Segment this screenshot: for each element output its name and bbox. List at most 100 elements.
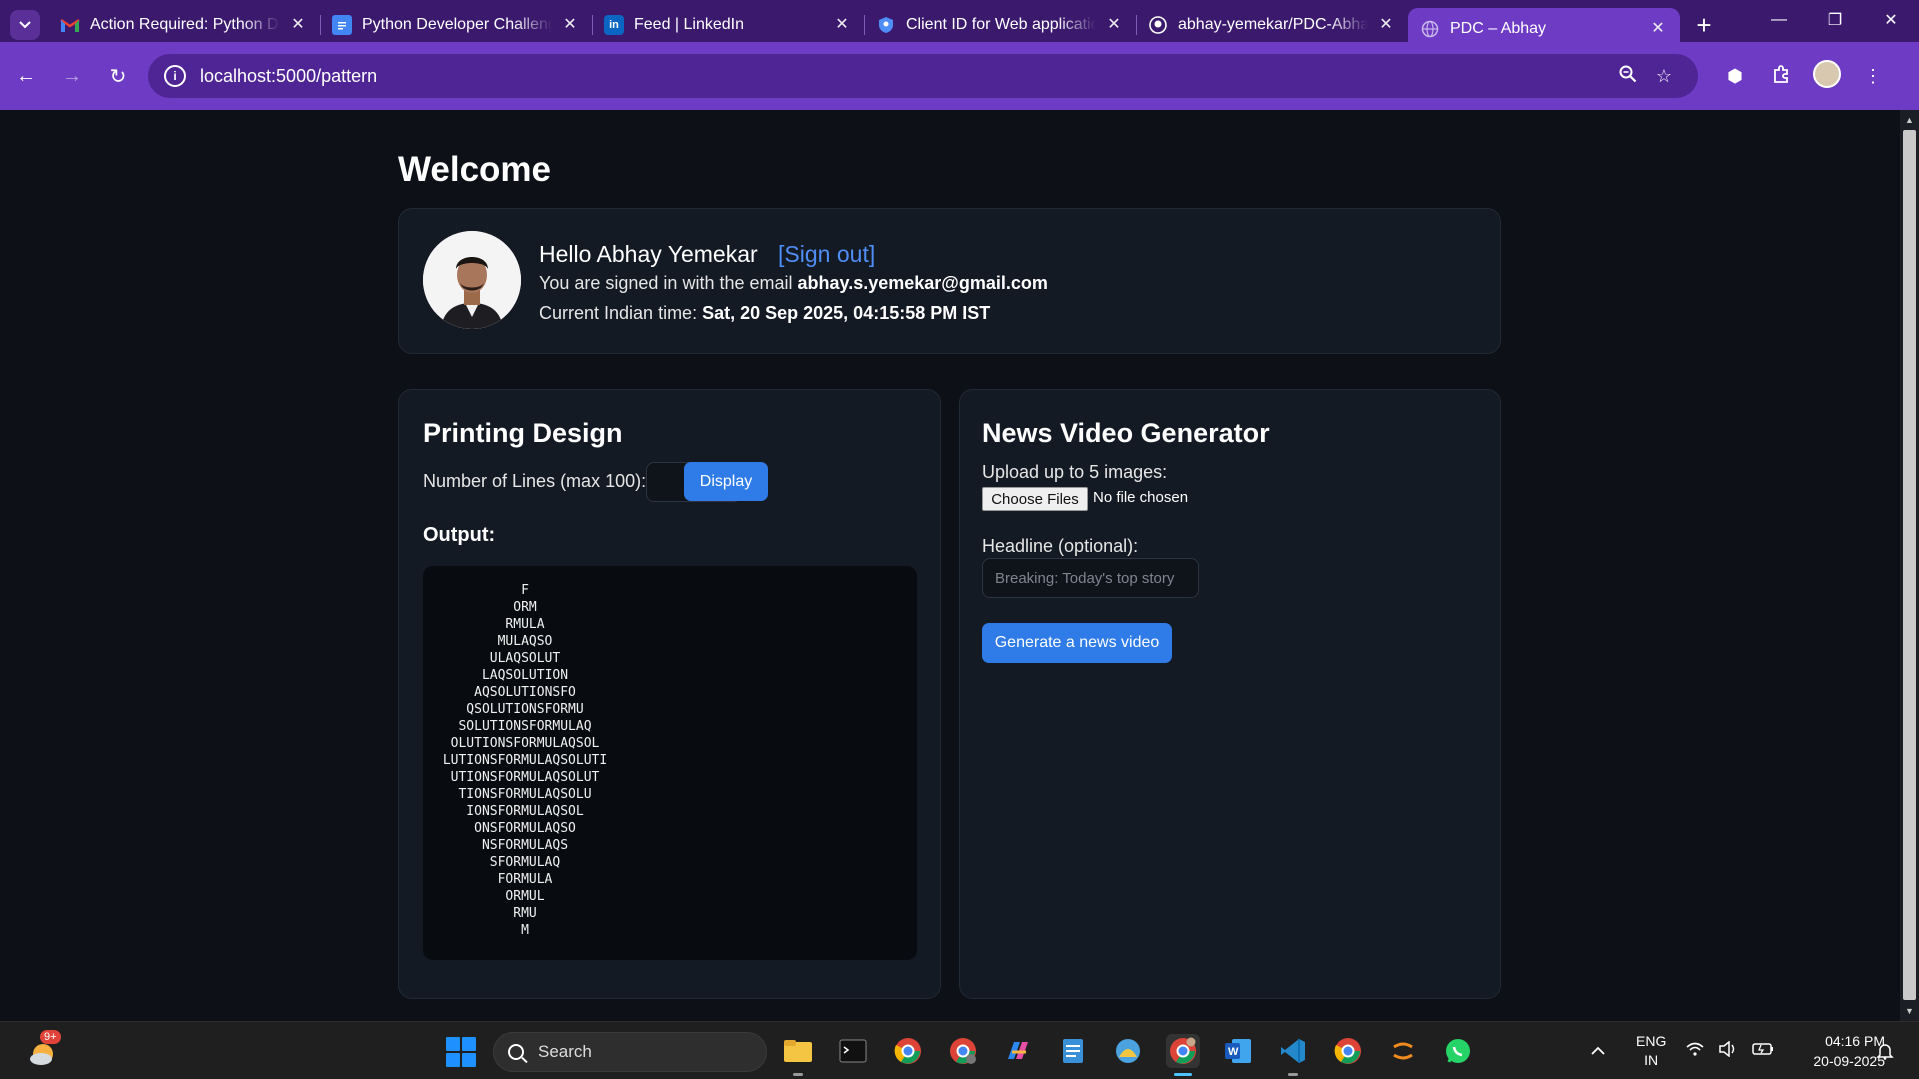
url-text[interactable]: localhost:5000/pattern	[200, 66, 1610, 87]
chevron-down-icon	[19, 21, 31, 29]
svg-text:W: W	[1228, 1046, 1239, 1058]
restore-icon[interactable]: ❐	[1807, 0, 1863, 40]
zoom-icon[interactable]	[1610, 65, 1646, 88]
output-box: F ORM RMULA MULAQSO ULAQSOLUT LAQSOLUTIO…	[423, 566, 917, 960]
user-card: Hello Abhay Yemekar [Sign out] You are s…	[398, 208, 1501, 354]
system-tray-icons[interactable]	[1686, 1022, 1774, 1079]
profile-avatar[interactable]	[1804, 59, 1850, 93]
output-line: ORMUL	[505, 889, 545, 904]
site-info-icon[interactable]: i	[164, 65, 186, 87]
notification-bell-icon[interactable]	[1876, 1022, 1894, 1079]
output-label: Output:	[423, 524, 496, 546]
close-icon[interactable]: ✕	[560, 15, 580, 35]
output-line: M	[521, 923, 529, 938]
output-line: MULAQSO	[497, 634, 553, 649]
output-line: OLUTIONSFORMULAQSOL	[450, 736, 600, 751]
choose-files-button[interactable]: Choose Files	[982, 487, 1088, 511]
page-scrollbar[interactable]: ▲ ▼	[1900, 110, 1919, 1021]
close-window-icon[interactable]: ✕	[1863, 0, 1919, 40]
sublime-icon[interactable]	[1386, 1034, 1420, 1068]
search-label: Search	[538, 1042, 592, 1061]
time-value: Sat, 20 Sep 2025, 04:15:58 PM IST	[702, 303, 991, 323]
minimize-icon[interactable]: —	[1751, 0, 1807, 40]
output-line: TIONSFORMULAQSOLU	[458, 787, 592, 802]
chrome-alt-icon[interactable]	[1331, 1034, 1365, 1068]
output-line: IONSFORMULAQSOL	[466, 804, 584, 819]
taskbar-clock[interactable]: 04:16 PM 20-09-2025	[1785, 1031, 1885, 1071]
sign-out-link[interactable]: [Sign out]	[778, 241, 875, 267]
tab-label: PDC – Abhay	[1450, 20, 1547, 37]
output-line: SOLUTIONSFORMULAQ	[458, 719, 592, 734]
tray-overflow-icon[interactable]	[1590, 1022, 1606, 1079]
vscode-icon[interactable]	[1276, 1034, 1310, 1076]
chrome-active-icon[interactable]	[1166, 1034, 1200, 1076]
extension-cube-icon[interactable]: ⬢	[1712, 66, 1758, 87]
output-line: F	[521, 583, 529, 598]
greeting-text: Hello Abhay Yemekar	[539, 241, 758, 267]
github-icon	[1148, 15, 1168, 35]
output-line: NSFORMULAQS	[481, 838, 569, 853]
bookmark-star-icon[interactable]: ☆	[1646, 66, 1682, 87]
terminal-icon[interactable]	[836, 1034, 870, 1068]
wifi-icon	[1686, 1042, 1704, 1061]
output-line: QSOLUTIONSFORMU	[466, 702, 584, 717]
file-explorer-icon[interactable]	[781, 1034, 815, 1076]
headline-label: Headline (optional):	[982, 536, 1139, 556]
close-icon[interactable]: ✕	[1376, 15, 1396, 35]
tab-label: Python Developer Challenge	[362, 16, 552, 33]
output-line: SFORMULAQ	[489, 855, 561, 870]
scroll-up-icon[interactable]: ▲	[1900, 112, 1919, 128]
new-tab-button[interactable]: +	[1688, 9, 1720, 41]
photos-icon[interactable]	[1111, 1034, 1145, 1068]
start-button[interactable]	[446, 1037, 476, 1067]
menu-kebab-icon[interactable]: ⋮	[1850, 66, 1896, 87]
lang-top: ENG	[1636, 1033, 1667, 1049]
tab-label: Feed | LinkedIn	[634, 16, 745, 33]
tab-search-button[interactable]	[10, 10, 40, 40]
output-line: LUTIONSFORMULAQSOLUTI	[442, 753, 608, 768]
upload-label: Upload up to 5 images:	[982, 462, 1168, 482]
clock-date: 20-09-2025	[1813, 1053, 1885, 1069]
headline-input[interactable]	[982, 558, 1199, 598]
output-line: ULAQSOLUT	[489, 651, 561, 666]
close-icon[interactable]: ✕	[1104, 15, 1124, 35]
news-video-card: News Video Generator Upload up to 5 imag…	[959, 389, 1501, 999]
email-value: abhay.s.yemekar@gmail.com	[797, 273, 1048, 293]
scrollbar-thumb[interactable]	[1903, 130, 1916, 1000]
globe-icon	[1420, 19, 1440, 39]
back-icon[interactable]: ←	[6, 56, 46, 96]
avatar	[423, 231, 521, 329]
lang-bottom: IN	[1644, 1052, 1659, 1068]
output-line: ONSFORMULAQSO	[474, 821, 576, 836]
close-icon[interactable]: ✕	[1648, 19, 1668, 39]
scroll-down-icon[interactable]: ▼	[1900, 1003, 1919, 1019]
word-icon[interactable]: W	[1221, 1034, 1255, 1068]
reload-icon[interactable]: ↻	[98, 56, 138, 96]
whatsapp-icon[interactable]	[1441, 1034, 1475, 1068]
address-bar[interactable]: i localhost:5000/pattern ☆	[148, 54, 1698, 98]
weather-icon[interactable]: 9+	[26, 1030, 61, 1068]
language-indicator[interactable]: ENG IN	[1636, 1032, 1666, 1070]
email-line: You are signed in with the email abhay.s…	[539, 273, 1048, 294]
output-line: AQSOLUTIONSFO	[474, 685, 576, 700]
gmail-icon	[60, 15, 80, 35]
lines-label: Number of Lines (max 100):	[423, 471, 647, 491]
close-icon[interactable]: ✕	[288, 15, 308, 35]
taskbar-search[interactable]: Search	[493, 1032, 767, 1072]
docs-icon	[332, 15, 352, 35]
forward-icon[interactable]: →	[52, 56, 92, 96]
chrome-icon[interactable]	[891, 1034, 925, 1068]
output-line: LAQSOLUTION	[481, 668, 569, 683]
time-prefix: Current Indian time:	[539, 303, 698, 323]
close-icon[interactable]: ✕	[832, 15, 852, 35]
display-button[interactable]: Display	[684, 462, 768, 501]
generate-video-button[interactable]: Generate a news video	[982, 623, 1172, 663]
weather-badge: 9+	[40, 1030, 61, 1044]
output-line: RMULA	[505, 617, 545, 632]
copilot-icon[interactable]	[1001, 1034, 1035, 1068]
chrome-profile-icon[interactable]	[946, 1034, 980, 1068]
notepad-icon[interactable]	[1056, 1034, 1090, 1068]
volume-icon	[1718, 1039, 1738, 1062]
no-file-text: No file chosen	[1093, 489, 1189, 506]
extensions-puzzle-icon[interactable]	[1758, 64, 1804, 89]
